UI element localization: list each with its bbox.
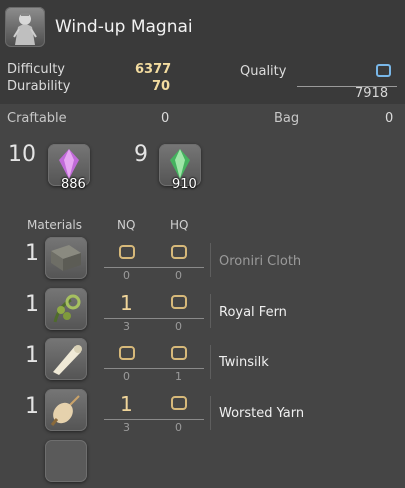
quality-max: 7918 [355, 86, 389, 101]
yarn-spindle-icon [50, 395, 80, 426]
material-name[interactable]: Royal Fern [219, 305, 287, 320]
difficulty-value: 6377 [135, 62, 172, 77]
crystal-required: 9 [134, 142, 148, 167]
material-slot[interactable] [45, 389, 87, 431]
item-name: Wind-up Magnai [55, 17, 193, 37]
hq-have: 0 [175, 421, 182, 434]
hq-have: 0 [175, 320, 182, 333]
durability-value: 70 [152, 79, 171, 94]
materials-header: Materials [27, 218, 83, 232]
row-separator [210, 345, 211, 379]
material-required: 1 [25, 292, 39, 317]
nq-checkbox-icon [119, 245, 135, 259]
hq-have: 1 [175, 370, 182, 383]
material-name[interactable]: Oroniri Cloth [219, 254, 301, 269]
crystal-required: 10 [8, 142, 36, 167]
material-slot[interactable] [45, 237, 87, 279]
durability-label: Durability [7, 79, 71, 94]
purple-crystal-icon [59, 149, 79, 179]
nq-selected: 1 [120, 392, 133, 416]
quality-indicator-icon [376, 64, 391, 77]
material-slot[interactable] [45, 338, 87, 380]
craftable-value: 0 [161, 111, 170, 126]
nq-have: 0 [123, 370, 130, 383]
fern-icon [53, 294, 81, 323]
crystal-owned: 886 [61, 177, 86, 192]
row-divider [104, 318, 204, 319]
cloth-icon [51, 245, 81, 271]
material-name[interactable]: Twinsilk [219, 355, 269, 370]
hq-checkbox-icon [171, 346, 187, 360]
quality-label: Quality [240, 64, 287, 79]
nq-have: 0 [123, 269, 130, 282]
row-divider [104, 368, 204, 369]
silk-roll-icon [53, 345, 82, 375]
nq-have: 3 [123, 320, 130, 333]
bag-value: 0 [385, 111, 394, 126]
difficulty-label: Difficulty [7, 62, 65, 77]
row-separator [210, 243, 211, 277]
minion-figure-icon[interactable] [5, 7, 45, 47]
bag-label: Bag [274, 111, 300, 126]
hq-checkbox-icon [171, 245, 187, 259]
material-name[interactable]: Worsted Yarn [219, 406, 304, 421]
row-separator [210, 396, 211, 430]
green-crystal-icon [170, 149, 190, 179]
hq-checkbox-icon [171, 396, 187, 410]
row-separator [210, 294, 211, 328]
crystal-owned: 910 [172, 177, 197, 192]
hq-checkbox-icon [171, 295, 187, 309]
row-divider [104, 419, 204, 420]
material-required: 1 [25, 343, 39, 368]
nq-checkbox-icon [119, 346, 135, 360]
material-slot[interactable] [45, 288, 87, 330]
nq-have: 3 [123, 421, 130, 434]
material-required: 1 [25, 241, 39, 266]
craftable-label: Craftable [7, 111, 67, 126]
empty-material-slot[interactable] [45, 440, 87, 482]
row-divider [104, 267, 204, 268]
hq-header: HQ [170, 218, 189, 232]
hq-have: 0 [175, 269, 182, 282]
material-required: 1 [25, 394, 39, 419]
nq-header: NQ [117, 218, 136, 232]
nq-selected: 1 [120, 291, 133, 315]
